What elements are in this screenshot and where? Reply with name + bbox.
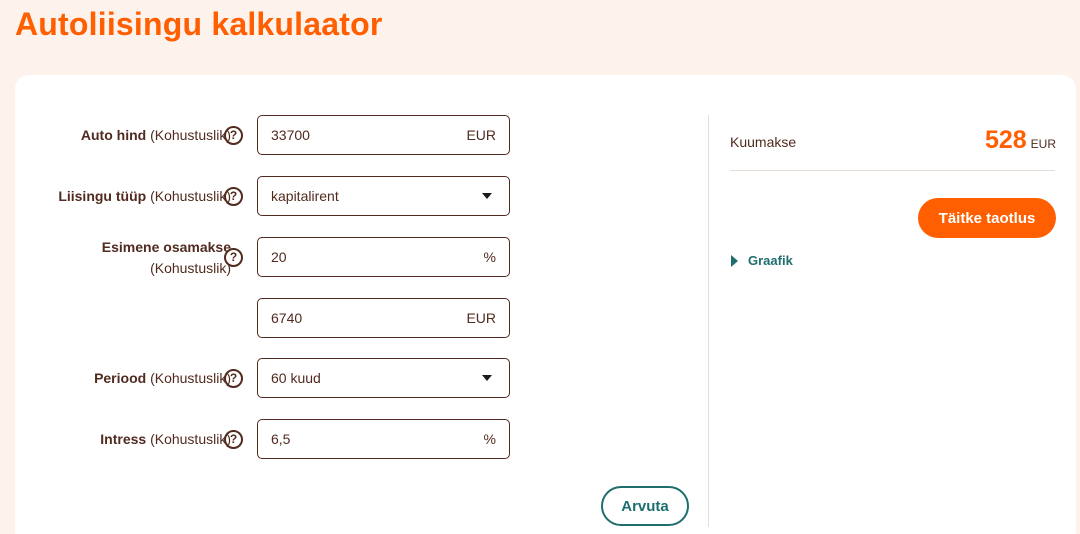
caret-right-icon	[731, 254, 738, 267]
interest-input[interactable]: 6,5 %	[257, 419, 510, 459]
monthly-payment-unit: EUR	[1030, 137, 1056, 151]
column-divider	[708, 115, 709, 527]
result-divider	[730, 170, 1055, 171]
down-payment-label: Esimene osamakse (Kohustuslik)	[101, 239, 231, 276]
car-price-input[interactable]: 33700 EUR	[257, 115, 510, 155]
help-icon[interactable]: ?	[224, 430, 243, 449]
monthly-payment-amount: 528	[984, 126, 1027, 154]
monthly-payment-label: Kuumakse	[730, 134, 797, 150]
help-icon[interactable]: ?	[224, 187, 243, 206]
help-icon[interactable]: ?	[224, 369, 243, 388]
chevron-down-icon	[482, 375, 492, 381]
schedule-toggle[interactable]: Graafik	[731, 253, 793, 268]
monthly-payment-value: 528 EUR	[985, 126, 1056, 155]
help-icon[interactable]: ?	[224, 248, 243, 267]
down-payment-percent-input[interactable]: 20 %	[257, 237, 510, 277]
page-title: Autoliisingu kalkulaator	[15, 6, 383, 42]
calculator-card: Auto hind (Kohustuslik) ? 33700 EUR Liis…	[15, 75, 1076, 534]
car-price-label: Auto hind (Kohustuslik)	[80, 127, 231, 143]
apply-button[interactable]: Täitke taotlus	[918, 198, 1056, 238]
schedule-label: Graafik	[748, 253, 793, 268]
lease-type-select[interactable]: kapitalirent	[257, 176, 510, 216]
interest-label: Intress (Kohustuslik)	[100, 431, 231, 447]
chevron-down-icon	[482, 193, 492, 199]
help-icon[interactable]: ?	[224, 126, 243, 145]
down-payment-amount-input[interactable]: 6740 EUR	[257, 298, 510, 338]
period-label: Periood (Kohustuslik)	[94, 370, 231, 386]
calculate-button[interactable]: Arvuta	[601, 486, 689, 526]
lease-type-label: Liisingu tüüp (Kohustuslik)	[58, 188, 231, 204]
period-select[interactable]: 60 kuud	[257, 358, 510, 398]
